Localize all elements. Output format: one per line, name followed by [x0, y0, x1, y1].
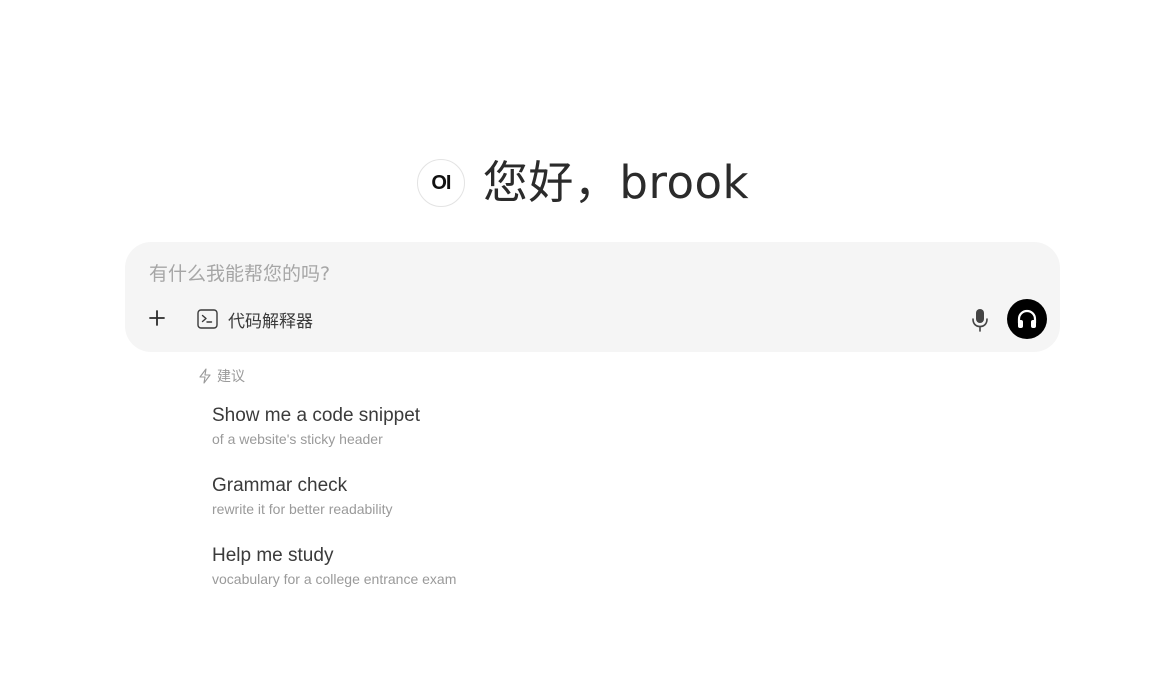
suggestion-subtitle: of a website's sticky header — [212, 431, 383, 447]
app-logo: OI — [416, 159, 465, 207]
suggestion-subtitle: rewrite it for better readability — [212, 501, 393, 517]
suggestion-item[interactable]: Show me a code snippet of a website's st… — [212, 404, 712, 474]
chat-composer: 代码解释器 — [125, 242, 1060, 352]
suggestions-header: 建议 — [198, 366, 245, 386]
voice-mode-button[interactable] — [1007, 299, 1047, 339]
terminal-icon — [197, 309, 218, 329]
add-attachment-button[interactable] — [145, 306, 169, 330]
chat-home-page: OI 您好，brook 代码解释器 — [0, 0, 1166, 677]
suggestion-item[interactable]: Grammar check rewrite it for better read… — [212, 474, 712, 544]
suggestion-title: Show me a code snippet — [212, 405, 421, 426]
suggestion-item[interactable]: Help me study vocabulary for a college e… — [212, 544, 712, 614]
code-interpreter-button[interactable]: 代码解释器 — [197, 306, 313, 332]
greeting-text: 您好，brook — [482, 156, 750, 209]
plus-icon — [149, 310, 165, 326]
greeting: OI 您好，brook — [0, 154, 1166, 212]
headphones-icon — [1017, 309, 1037, 328]
voice-input-button[interactable] — [968, 306, 992, 334]
suggestions-header-label: 建议 — [217, 369, 245, 385]
code-interpreter-label: 代码解释器 — [228, 311, 313, 332]
suggestion-list: Show me a code snippet of a website's st… — [212, 404, 712, 614]
suggestion-title: Help me study — [212, 545, 334, 566]
prompt-input[interactable] — [147, 258, 1031, 290]
microphone-icon — [972, 309, 988, 332]
suggestion-title: Grammar check — [212, 475, 348, 496]
suggestion-subtitle: vocabulary for a college entrance exam — [212, 571, 457, 587]
lightning-icon — [199, 368, 211, 384]
